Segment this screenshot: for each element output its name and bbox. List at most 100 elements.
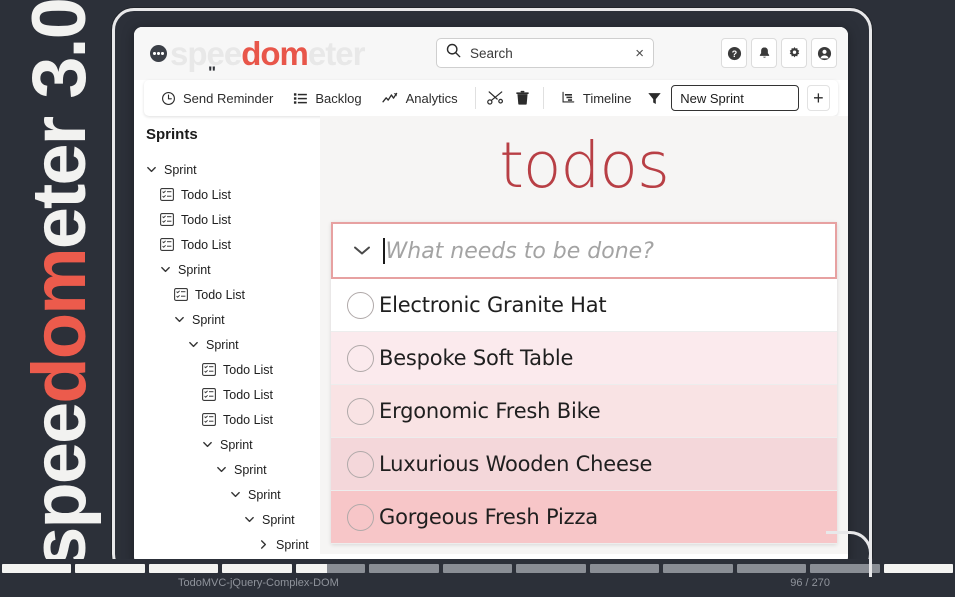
timeline-icon (562, 91, 575, 102)
timeline-button[interactable]: Timeline (552, 87, 641, 110)
circle-icon (346, 291, 374, 319)
trash-icon (516, 90, 529, 105)
chevron-down-icon[interactable] (160, 264, 171, 275)
todo-checkbox[interactable] (341, 503, 379, 531)
tree-item-sprint[interactable]: Sprint (146, 482, 320, 507)
tree-item-label: Sprint (206, 337, 239, 352)
tree-item-label: Todo List (181, 212, 232, 227)
tree-item-todo-list[interactable]: Todo List (146, 207, 320, 232)
tree-item-sprint[interactable]: Sprint (146, 257, 320, 282)
text-caret (383, 237, 385, 264)
todo-item[interactable]: Bespoke Soft Table (331, 332, 837, 385)
app-header: speedometer " Search × ? (134, 27, 848, 81)
tree-item-sprint[interactable]: Sprint (146, 307, 320, 332)
close-icon[interactable]: × (635, 46, 644, 61)
todo-panel: todos What needs to be done? Electronic … (320, 116, 848, 554)
help-button[interactable]: ? (721, 38, 747, 68)
sprint-tree: Sprint Todo List Todo List Todo List Sprint T… (146, 157, 320, 554)
todo-checkbox[interactable] (341, 450, 379, 478)
settings-button[interactable] (781, 38, 807, 68)
chevron-right-icon[interactable] (258, 539, 269, 550)
todos-title: todos (499, 129, 670, 202)
backlog-button[interactable]: Backlog (284, 87, 370, 110)
brand-accent: dom (17, 249, 103, 404)
chevron-down-icon[interactable] (230, 489, 241, 500)
new-sprint-value: New Sprint (680, 90, 744, 106)
tree-item-sprint[interactable]: Sprint (146, 507, 320, 532)
tree-item-label: Todo List (181, 187, 232, 202)
chevron-down-icon[interactable] (202, 439, 213, 450)
todo-list: Electronic Granite Hat Bespoke Soft Table… (331, 279, 837, 544)
speedometer-vertical-wordmark: speedometer 3.0 (0, 0, 120, 569)
progress-segment-fill (148, 564, 219, 573)
new-todo-placeholder: What needs to be done? (385, 238, 654, 264)
todo-list-icon (160, 238, 174, 251)
gear-icon (789, 46, 799, 57)
chevron-down-icon[interactable] (188, 339, 199, 350)
tree-item-label: Sprint (234, 462, 267, 477)
tree-item-label: Todo List (223, 362, 274, 377)
tree-item-todo-list[interactable]: Todo List (146, 282, 320, 307)
delete-button[interactable] (510, 85, 535, 111)
account-button[interactable] (811, 38, 837, 68)
tree-item-sprint[interactable]: Sprint (146, 332, 320, 357)
tree-item-todo-list[interactable]: Todo List (146, 357, 320, 382)
todo-item[interactable]: Gorgeous Fresh Pizza (331, 491, 837, 544)
tree-item-todo-list[interactable]: Todo List (146, 407, 320, 432)
notifications-button[interactable] (751, 38, 777, 68)
new-sprint-input[interactable]: New Sprint (671, 85, 799, 111)
tree-item-label: Todo List (223, 412, 274, 427)
tree-item-todo-list[interactable]: Todo List (146, 182, 320, 207)
todo-list-icon (160, 188, 174, 201)
add-sprint-button[interactable]: + (806, 85, 830, 111)
app-logo-text: speedometer " (170, 37, 365, 81)
tree-item-todo-list[interactable]: Todo List (146, 382, 320, 407)
todo-checkbox[interactable] (341, 397, 379, 425)
search-input-value: Search (470, 45, 513, 61)
benchmark-progress-bar (0, 564, 955, 573)
chevron-down-icon[interactable] (343, 244, 381, 257)
new-todo-input[interactable]: What needs to be done? (381, 237, 654, 264)
send-reminder-button[interactable]: Send Reminder (152, 87, 282, 110)
progress-segment (736, 564, 807, 573)
analytics-button[interactable]: Analytics (373, 87, 467, 110)
todo-checkbox[interactable] (341, 291, 379, 319)
search-icon (446, 43, 461, 63)
clock-icon (162, 91, 175, 105)
todo-list-icon (160, 213, 174, 226)
progress-segment (369, 564, 439, 573)
chevron-down-icon[interactable] (244, 514, 255, 525)
progress-segment (442, 564, 513, 573)
todo-item[interactable]: Electronic Granite Hat (331, 279, 837, 332)
chevron-down-icon[interactable] (146, 164, 157, 175)
search-input[interactable]: Search × (436, 38, 654, 68)
progress-segment (148, 564, 219, 573)
tree-item-sprint[interactable]: Sprint (146, 432, 320, 457)
app-window: speedometer " Search × ? Send Reminder B… (134, 27, 848, 565)
cut-button[interactable] (484, 85, 509, 111)
chat-dots-icon (150, 45, 167, 62)
progress-segment (589, 564, 660, 573)
benchmark-progress-count: 96 / 270 (790, 577, 830, 589)
todo-checkbox[interactable] (341, 344, 379, 372)
todo-item-label: Electronic Granite Hat (379, 293, 607, 317)
circle-icon (346, 397, 374, 425)
tree-item-sprint[interactable]: Sprint (146, 532, 320, 554)
progress-segment-fill (222, 564, 292, 573)
tree-item-sprint[interactable]: Sprint (146, 157, 320, 182)
todo-item[interactable]: Luxurious Wooden Cheese (331, 438, 837, 491)
todo-item[interactable]: Ergonomic Fresh Bike (331, 385, 837, 438)
chevron-down-icon[interactable] (174, 314, 185, 325)
progress-segment (75, 564, 145, 573)
logo-quote-mark: " (208, 63, 216, 82)
progress-segment-fill (883, 564, 954, 573)
chevron-down-icon[interactable] (216, 464, 227, 475)
tree-item-sprint[interactable]: Sprint (146, 457, 320, 482)
filter-button[interactable] (643, 85, 668, 111)
new-todo-row: What needs to be done? (331, 222, 837, 279)
sidebar-title: Sprints (146, 126, 198, 143)
todo-item-label: Ergonomic Fresh Bike (379, 399, 601, 423)
toolbar-divider-1 (474, 87, 476, 109)
tree-item-label: Sprint (248, 487, 281, 502)
tree-item-todo-list[interactable]: Todo List (146, 232, 320, 257)
